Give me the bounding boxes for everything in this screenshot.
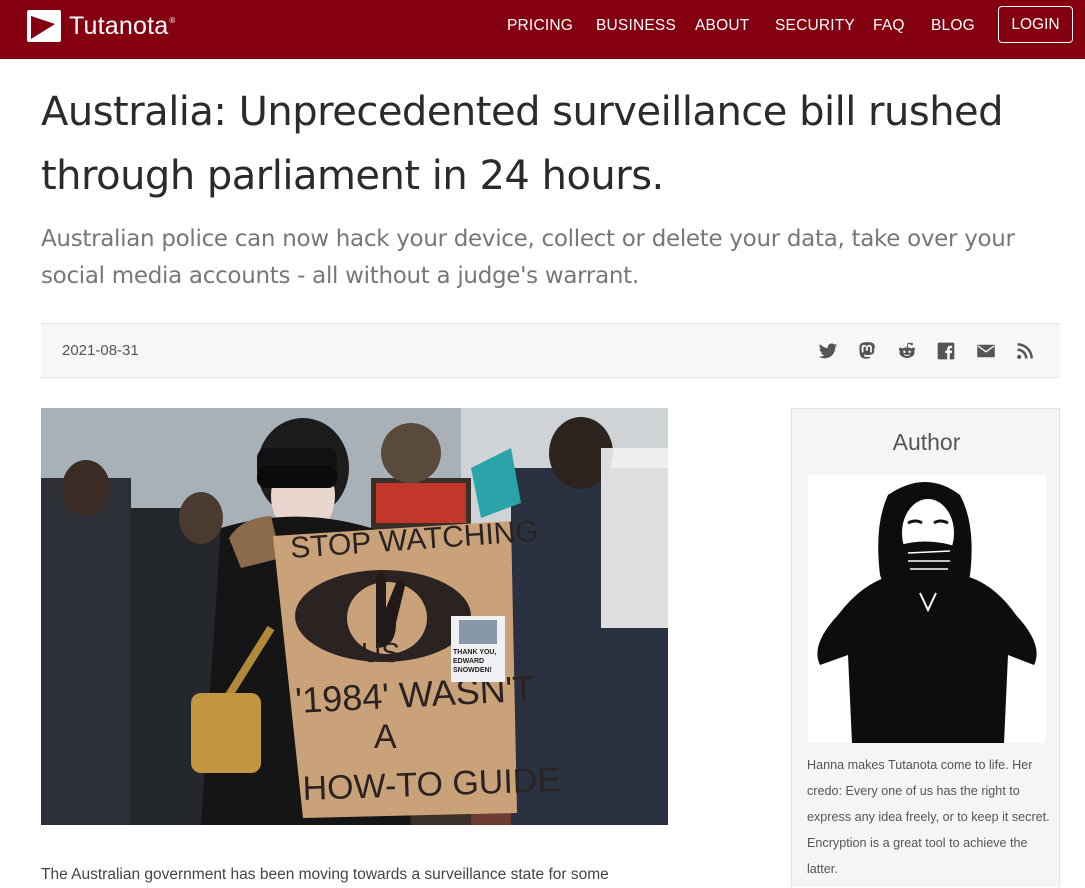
nav-business[interactable]: BUSINESS (596, 17, 676, 35)
sticker-line-3: SNOWDEN! (453, 667, 492, 674)
author-card: Author Hanna makes Tutanota come to life… (791, 408, 1060, 887)
author-heading: Author (892, 429, 961, 455)
nav-security[interactable]: SECURITY (775, 17, 855, 35)
article-title: Australia: Unprecedented surveillance bi… (41, 89, 1004, 199)
sticker-line-1: THANK YOU, (453, 649, 496, 656)
login-button[interactable]: LOGIN (998, 6, 1073, 43)
author-bio: Hanna makes Tutanota come to life. Her c… (807, 758, 1050, 876)
sticker-line-2: EDWARD (453, 658, 484, 665)
email-icon[interactable] (975, 340, 997, 362)
rss-icon[interactable] (1014, 340, 1036, 362)
main-nav: PRICING BUSINESS ABOUT SECURITY FAQ BLOG… (0, 0, 1085, 52)
nav-pricing[interactable]: PRICING (507, 17, 573, 35)
nav-faq[interactable]: FAQ (873, 17, 905, 35)
sign-line-2: US (361, 637, 400, 668)
share-icons (799, 340, 1036, 362)
mastodon-icon[interactable] (856, 340, 878, 362)
top-navbar: Tutanota® PRICING BUSINESS ABOUT SECURIT… (0, 0, 1085, 59)
nav-about[interactable]: ABOUT (695, 17, 749, 35)
author-portrait (808, 475, 1046, 743)
article-hero-image: STOP WATCHING US '1984' WASN'T A HOW-TO … (41, 408, 668, 825)
nav-blog[interactable]: BLOG (931, 17, 975, 35)
twitter-icon[interactable] (817, 340, 839, 362)
facebook-icon[interactable] (935, 340, 957, 362)
article-subtitle: Australian police can now hack your devi… (41, 226, 1015, 289)
article-meta-bar: 2021-08-31 (41, 323, 1060, 378)
publish-date: 2021-08-31 (62, 342, 139, 359)
article-body-paragraph: The Australian government has been movin… (41, 866, 609, 883)
sign-line-4: A (374, 718, 397, 756)
reddit-icon[interactable] (896, 340, 918, 362)
